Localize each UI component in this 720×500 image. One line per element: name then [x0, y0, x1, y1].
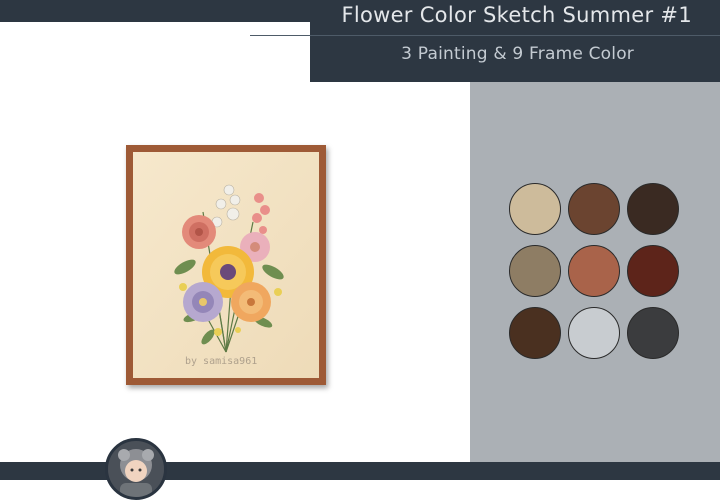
page-subtitle: 3 Painting & 9 Frame Color	[401, 44, 634, 64]
frame-swatch-3[interactable]	[627, 183, 679, 235]
frame-swatch-2[interactable]	[568, 183, 620, 235]
frame-color-swatches	[509, 183, 681, 359]
frame-swatch-8[interactable]	[568, 307, 620, 359]
header-divider	[250, 35, 720, 36]
frame-swatch-9[interactable]	[627, 307, 679, 359]
frame-swatch-7[interactable]	[509, 307, 561, 359]
page-title: Flower Color Sketch Summer #1	[341, 3, 692, 27]
framed-painting-preview[interactable]: by samisa961	[126, 145, 326, 385]
flower-bouquet-painting	[133, 152, 319, 378]
frame-swatch-4[interactable]	[509, 245, 561, 297]
artist-watermark: by samisa961	[185, 356, 258, 367]
frame-swatch-5[interactable]	[568, 245, 620, 297]
frame-swatch-6[interactable]	[627, 245, 679, 297]
avatar-illustration	[108, 441, 164, 497]
frame-swatch-1[interactable]	[509, 183, 561, 235]
creator-avatar-icon[interactable]	[105, 438, 167, 500]
